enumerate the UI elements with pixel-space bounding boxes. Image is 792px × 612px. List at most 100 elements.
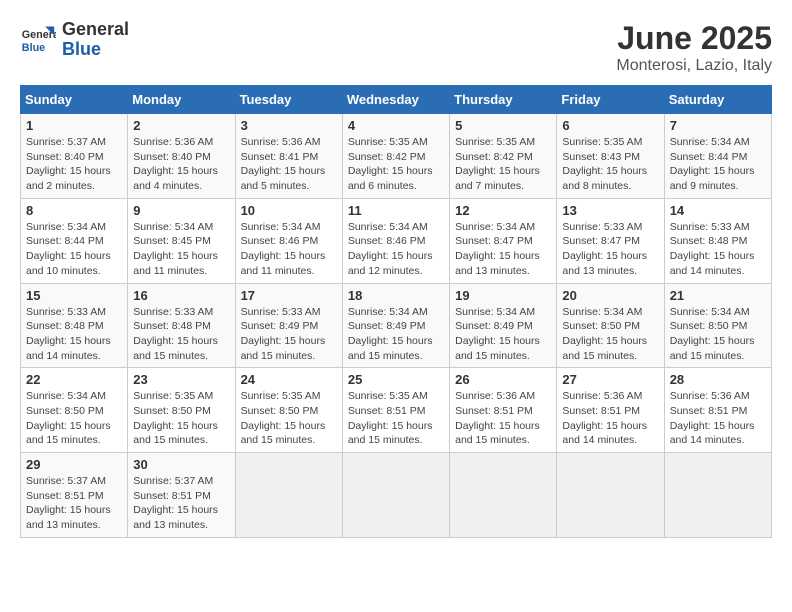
logo-icon: General Blue [20,22,56,58]
day-info: Sunrise: 5:33 AMSunset: 8:48 PMDaylight:… [670,220,766,279]
day-info: Sunrise: 5:35 AMSunset: 8:43 PMDaylight:… [562,135,658,194]
calendar-cell: 25 Sunrise: 5:35 AMSunset: 8:51 PMDayligh… [342,368,449,453]
calendar-cell: 4Sunrise: 5:35 AMSunset: 8:42 PMDaylight… [342,114,449,199]
day-info: Sunrise: 5:36 AMSunset: 8:51 PMDaylight:… [670,389,766,448]
day-info: Sunrise: 5:34 AMSunset: 8:50 PMDaylight:… [26,389,122,448]
calendar-cell: 12 Sunrise: 5:34 AMSunset: 8:47 PMDayligh… [450,198,557,283]
calendar-cell: 27 Sunrise: 5:36 AMSunset: 8:51 PMDayligh… [557,368,664,453]
day-number: 18 [348,288,444,303]
day-info: Sunrise: 5:34 AMSunset: 8:47 PMDaylight:… [455,220,551,279]
day-number: 20 [562,288,658,303]
logo-blue-text: Blue [62,39,101,59]
calendar-cell: 1 Sunrise: 5:37 AMSunset: 8:40 PMDaylight… [21,114,128,199]
day-number: 8 [26,203,122,218]
day-info: Sunrise: 5:34 AMSunset: 8:46 PMDaylight:… [241,220,337,279]
calendar-cell: 11 Sunrise: 5:34 AMSunset: 8:46 PMDayligh… [342,198,449,283]
calendar-week-row-4: 22 Sunrise: 5:34 AMSunset: 8:50 PMDayligh… [21,368,772,453]
weekday-header-tuesday: Tuesday [235,86,342,114]
day-info: Sunrise: 5:34 AMSunset: 8:49 PMDaylight:… [348,305,444,364]
calendar-cell: 22 Sunrise: 5:34 AMSunset: 8:50 PMDayligh… [21,368,128,453]
day-number: 25 [348,372,444,387]
day-number: 24 [241,372,337,387]
day-number: 9 [133,203,229,218]
weekday-header-wednesday: Wednesday [342,86,449,114]
day-info: Sunrise: 5:34 AMSunset: 8:50 PMDaylight:… [562,305,658,364]
day-number: 13 [562,203,658,218]
calendar-cell [235,453,342,538]
calendar-cell: 17 Sunrise: 5:33 AMSunset: 8:49 PMDayligh… [235,283,342,368]
calendar-cell: 18 Sunrise: 5:34 AMSunset: 8:49 PMDayligh… [342,283,449,368]
day-info: Sunrise: 5:35 AMSunset: 8:50 PMDaylight:… [133,389,229,448]
logo-general-text: General [62,19,129,39]
weekday-header-saturday: Saturday [664,86,771,114]
day-info: Sunrise: 5:36 AMSunset: 8:51 PMDaylight:… [562,389,658,448]
day-number: 14 [670,203,766,218]
weekday-header-monday: Monday [128,86,235,114]
calendar-cell: 14 Sunrise: 5:33 AMSunset: 8:48 PMDayligh… [664,198,771,283]
calendar-cell: 21Sunrise: 5:34 AMSunset: 8:50 PMDayligh… [664,283,771,368]
calendar-cell: 8 Sunrise: 5:34 AMSunset: 8:44 PMDaylight… [21,198,128,283]
day-number: 16 [133,288,229,303]
day-number: 28 [670,372,766,387]
day-info: Sunrise: 5:34 AMSunset: 8:45 PMDaylight:… [133,220,229,279]
calendar-cell: 20 Sunrise: 5:34 AMSunset: 8:50 PMDayligh… [557,283,664,368]
weekday-header-sunday: Sunday [21,86,128,114]
calendar-cell: 3Sunrise: 5:36 AMSunset: 8:41 PMDaylight… [235,114,342,199]
day-number: 23 [133,372,229,387]
day-info: Sunrise: 5:34 AMSunset: 8:49 PMDaylight:… [455,305,551,364]
day-info: Sunrise: 5:36 AMSunset: 8:41 PMDaylight:… [241,135,337,194]
calendar-cell: 2 Sunrise: 5:36 AMSunset: 8:40 PMDaylight… [128,114,235,199]
day-info: Sunrise: 5:37 AMSunset: 8:51 PMDaylight:… [133,474,229,533]
day-number: 29 [26,457,122,472]
weekday-header-thursday: Thursday [450,86,557,114]
day-info: Sunrise: 5:34 AMSunset: 8:46 PMDaylight:… [348,220,444,279]
calendar-cell [557,453,664,538]
day-info: Sunrise: 5:34 AMSunset: 8:44 PMDaylight:… [670,135,766,194]
calendar-cell: 28 Sunrise: 5:36 AMSunset: 8:51 PMDayligh… [664,368,771,453]
calendar-cell [664,453,771,538]
day-number: 4 [348,118,444,133]
day-number: 27 [562,372,658,387]
day-number: 30 [133,457,229,472]
day-number: 1 [26,118,122,133]
day-number: 22 [26,372,122,387]
day-info: Sunrise: 5:33 AMSunset: 8:48 PMDaylight:… [26,305,122,364]
svg-text:Blue: Blue [22,42,45,54]
day-info: Sunrise: 5:36 AMSunset: 8:40 PMDaylight:… [133,135,229,194]
calendar-cell: 15 Sunrise: 5:33 AMSunset: 8:48 PMDayligh… [21,283,128,368]
calendar-cell: 6Sunrise: 5:35 AMSunset: 8:43 PMDaylight… [557,114,664,199]
calendar-cell [450,453,557,538]
day-number: 7 [670,118,766,133]
day-number: 2 [133,118,229,133]
calendar-cell: 24Sunrise: 5:35 AMSunset: 8:50 PMDayligh… [235,368,342,453]
weekday-header-friday: Friday [557,86,664,114]
day-info: Sunrise: 5:33 AMSunset: 8:49 PMDaylight:… [241,305,337,364]
day-info: Sunrise: 5:34 AMSunset: 8:44 PMDaylight:… [26,220,122,279]
calendar-week-row-5: 29 Sunrise: 5:37 AMSunset: 8:51 PMDayligh… [21,453,772,538]
day-number: 15 [26,288,122,303]
logo: General Blue General Blue [20,20,129,60]
calendar-table: SundayMondayTuesdayWednesdayThursdayFrid… [20,85,772,538]
calendar-cell: 19Sunrise: 5:34 AMSunset: 8:49 PMDayligh… [450,283,557,368]
day-info: Sunrise: 5:33 AMSunset: 8:48 PMDaylight:… [133,305,229,364]
calendar-title-area: June 2025 Monterosi, Lazio, Italy [616,20,772,75]
day-info: Sunrise: 5:37 AMSunset: 8:40 PMDaylight:… [26,135,122,194]
day-number: 11 [348,203,444,218]
day-number: 5 [455,118,551,133]
day-number: 17 [241,288,337,303]
calendar-cell: 23 Sunrise: 5:35 AMSunset: 8:50 PMDayligh… [128,368,235,453]
calendar-cell: 9 Sunrise: 5:34 AMSunset: 8:45 PMDaylight… [128,198,235,283]
calendar-cell [342,453,449,538]
calendar-cell: 16 Sunrise: 5:33 AMSunset: 8:48 PMDayligh… [128,283,235,368]
day-info: Sunrise: 5:37 AMSunset: 8:51 PMDaylight:… [26,474,122,533]
day-number: 26 [455,372,551,387]
calendar-cell: 13Sunrise: 5:33 AMSunset: 8:47 PMDayligh… [557,198,664,283]
weekday-header-row: SundayMondayTuesdayWednesdayThursdayFrid… [21,86,772,114]
calendar-cell: 30 Sunrise: 5:37 AMSunset: 8:51 PMDayligh… [128,453,235,538]
day-info: Sunrise: 5:35 AMSunset: 8:51 PMDaylight:… [348,389,444,448]
calendar-cell: 29 Sunrise: 5:37 AMSunset: 8:51 PMDayligh… [21,453,128,538]
day-number: 12 [455,203,551,218]
calendar-cell: 10 Sunrise: 5:34 AMSunset: 8:46 PMDayligh… [235,198,342,283]
day-number: 10 [241,203,337,218]
month-title: June 2025 [616,20,772,57]
